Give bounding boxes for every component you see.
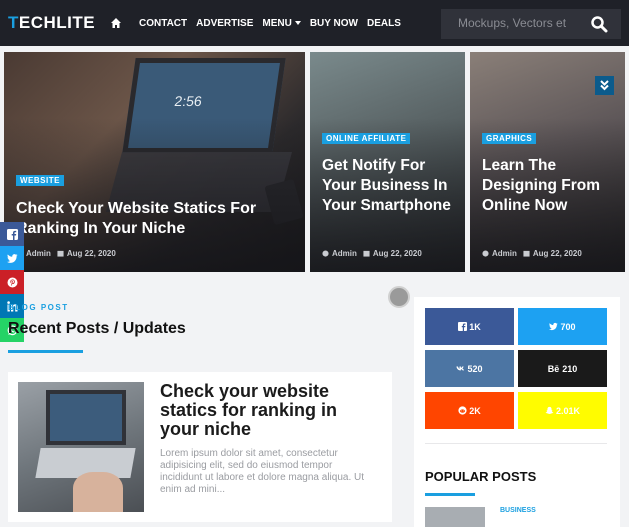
featured-title[interactable]: Get Notify For Your Business In Your Sma… xyxy=(322,156,462,216)
section-underline xyxy=(425,493,475,496)
laptop-screen-image xyxy=(46,390,126,445)
post-title[interactable]: Check your website statics for ranking i… xyxy=(160,382,380,439)
facebook-icon xyxy=(6,228,18,240)
social-reddit-button[interactable]: 2K xyxy=(425,392,514,429)
post-meta: Admin Aug 22, 2020 xyxy=(322,249,422,258)
search-icon[interactable] xyxy=(590,15,608,33)
calendar-icon xyxy=(523,250,530,257)
main-nav: CONTACT ADVERTISE MENU BUY NOW DEALS xyxy=(110,0,410,46)
social-behance-button[interactable]: Bē 210 xyxy=(518,350,607,387)
home-icon[interactable] xyxy=(110,17,130,29)
social-count: 520 xyxy=(467,363,483,374)
popular-post-category[interactable]: BUSINESS xyxy=(500,507,536,514)
nav-menu[interactable]: MENU xyxy=(262,17,301,29)
hand-image xyxy=(73,472,123,512)
post-date: Aug 22, 2020 xyxy=(66,249,116,258)
screen-clock: 2:56 xyxy=(173,93,204,109)
section-title: Recent Posts / Updates xyxy=(8,320,186,337)
calendar-icon xyxy=(57,250,64,257)
post-thumbnail[interactable] xyxy=(18,382,144,512)
behance-icon: Bē xyxy=(547,363,560,374)
top-navbar: TECHLITE CONTACT ADVERTISE MENU BUY NOW … xyxy=(0,0,629,46)
featured-title[interactable]: Check Your Website Statics For Ranking I… xyxy=(16,199,296,239)
social-facebook-button[interactable]: 1K xyxy=(425,308,514,345)
nav-deals[interactable]: DEALS xyxy=(367,18,401,29)
share-facebook-button[interactable] xyxy=(0,222,24,246)
nav-menu-label: MENU xyxy=(262,17,292,29)
post-card[interactable]: Check your website statics for ranking i… xyxy=(8,372,392,522)
post-meta: Admin Aug 22, 2020 xyxy=(16,249,116,258)
social-count: 2K xyxy=(469,405,481,416)
featured-title[interactable]: Learn The Designing From Online Now xyxy=(482,156,622,216)
snapchat-icon xyxy=(545,406,554,415)
reddit-icon xyxy=(458,406,467,415)
social-count: 1K xyxy=(469,321,481,332)
author-name[interactable]: Admin xyxy=(332,249,357,258)
section-underline xyxy=(8,350,83,353)
nav-advertise[interactable]: ADVERTISE xyxy=(196,18,253,29)
site-logo[interactable]: TECHLITE xyxy=(8,13,95,33)
featured-card[interactable]: 2:56 WEBSITE Check Your Website Statics … xyxy=(4,52,305,272)
social-vk-button[interactable]: 520 xyxy=(425,350,514,387)
featured-card[interactable]: GRAPHICS Learn The Designing From Online… xyxy=(470,52,625,272)
facebook-icon xyxy=(458,322,468,331)
social-twitter-button[interactable]: 700 xyxy=(518,308,607,345)
search-box[interactable]: Mockups, Vectors et xyxy=(441,9,621,39)
share-twitter-button[interactable] xyxy=(0,246,24,270)
twitter-icon xyxy=(549,322,559,331)
scroll-handle[interactable] xyxy=(388,286,410,308)
popular-posts-title: POPULAR POSTS xyxy=(425,469,537,484)
post-date: Aug 22, 2020 xyxy=(532,249,582,258)
pinterest-icon xyxy=(7,277,17,287)
sidebar-widget: 1K 700 520 Bē 210 2K 2.01K POPULAR POSTS… xyxy=(414,297,620,527)
category-badge[interactable]: GRAPHICS xyxy=(482,133,537,144)
nav-contact[interactable]: CONTACT xyxy=(139,18,187,29)
chevron-double-down-icon[interactable] xyxy=(595,76,614,95)
category-badge[interactable]: WEBSITE xyxy=(16,175,64,186)
category-badge[interactable]: ONLINE AFFILIATE xyxy=(322,133,411,144)
twitter-icon xyxy=(6,253,17,263)
divider xyxy=(425,443,607,444)
social-snapchat-button[interactable]: 2.01K xyxy=(518,392,607,429)
post-meta: Admin Aug 22, 2020 xyxy=(482,249,582,258)
post-date: Aug 22, 2020 xyxy=(372,249,422,258)
user-icon xyxy=(322,250,329,257)
popular-post-thumbnail[interactable] xyxy=(425,507,485,527)
author-name[interactable]: Admin xyxy=(26,249,51,258)
social-count: 2.01K xyxy=(555,405,581,416)
section-kicker: BLOG POST xyxy=(8,303,69,312)
social-count: 210 xyxy=(562,363,578,374)
post-excerpt: Lorem ipsum dolor sit amet, consectetur … xyxy=(160,448,365,495)
user-icon xyxy=(482,250,489,257)
search-input[interactable]: Mockups, Vectors et xyxy=(458,16,568,30)
social-count: 700 xyxy=(560,321,576,332)
chevron-down-icon xyxy=(294,21,301,25)
share-pinterest-button[interactable] xyxy=(0,270,24,294)
featured-card[interactable]: ONLINE AFFILIATE Get Notify For Your Bus… xyxy=(310,52,465,272)
vk-icon xyxy=(456,366,465,371)
calendar-icon xyxy=(363,250,370,257)
nav-buy-now[interactable]: BUY NOW xyxy=(310,18,358,29)
author-name[interactable]: Admin xyxy=(492,249,517,258)
